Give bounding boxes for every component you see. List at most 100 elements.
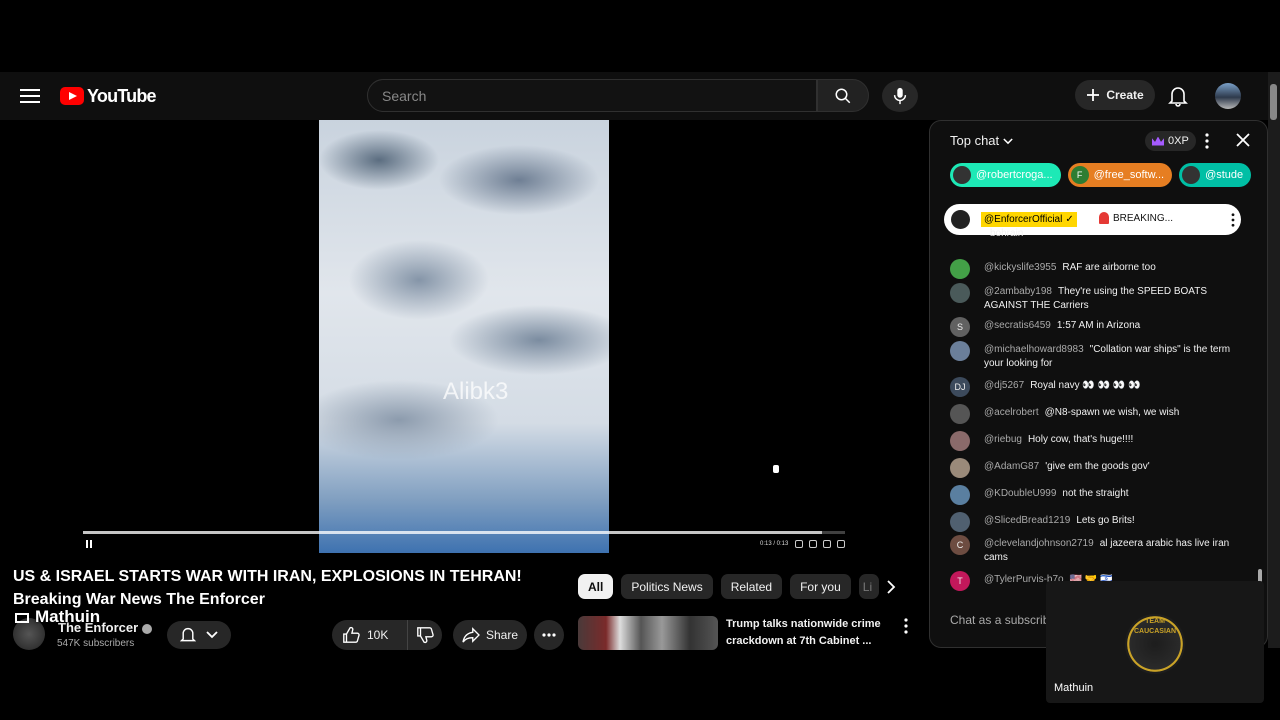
screen-share-overlay: Mathuin xyxy=(15,607,100,627)
search-input[interactable] xyxy=(368,80,816,111)
close-icon[interactable] xyxy=(1236,133,1250,152)
dislike-button[interactable] xyxy=(408,626,442,644)
chat-author[interactable]: @AdamG87 xyxy=(984,461,1039,472)
fullscreen-icon[interactable] xyxy=(837,540,845,548)
ticker-name: @robertcroga... xyxy=(976,169,1053,181)
chat-avatar[interactable]: C xyxy=(950,535,970,555)
progress-bar[interactable] xyxy=(83,531,845,534)
verified-check-icon: ✓ xyxy=(1065,214,1074,225)
ticker-name: @stude xyxy=(1205,169,1244,181)
chat-avatar[interactable]: S xyxy=(950,317,970,337)
masthead: YouTube Create xyxy=(0,72,1268,120)
chat-text: Lets go Brits! xyxy=(1076,515,1135,526)
chevron-down-icon xyxy=(206,631,218,639)
time-display: 0:13 / 0:13 xyxy=(760,541,789,547)
plus-icon xyxy=(1087,89,1100,101)
chat-message-body: @secratis6459 1:57 AM in Arizona xyxy=(984,319,1244,333)
search-button[interactable] xyxy=(817,79,869,112)
settings-icon[interactable] xyxy=(809,540,817,548)
page-scroll-thumb[interactable] xyxy=(1270,84,1277,120)
chat-avatar[interactable] xyxy=(950,283,970,303)
chip-related[interactable]: Related xyxy=(720,574,783,599)
chat-author[interactable]: @2ambaby198 xyxy=(984,286,1052,297)
like-button[interactable]: 10K xyxy=(332,620,408,650)
chat-message-body: @michaelhoward8983 "Collation war ships" … xyxy=(984,343,1244,371)
super-chat-ticker[interactable]: @robertcroga... xyxy=(950,163,1061,187)
chat-author[interactable]: @kickyslife3955 xyxy=(984,262,1056,273)
more-vertical-icon[interactable] xyxy=(904,618,908,639)
video-player[interactable]: Alibk3 0:13 / 0:13 xyxy=(0,120,929,553)
super-chat-ticker[interactable]: @stude xyxy=(1179,163,1252,187)
more-vertical-icon[interactable] xyxy=(1205,133,1209,154)
chat-author[interactable]: @michaelhoward8983 xyxy=(984,344,1084,355)
chat-mode-dropdown[interactable]: Top chat xyxy=(950,133,1013,148)
chat-author[interactable]: @secratis6459 xyxy=(984,320,1051,331)
subscription-bell-button[interactable] xyxy=(167,621,231,649)
chat-message-body: @AdamG87 'give em the goods gov' xyxy=(984,460,1244,474)
pinned-author: @EnforcerOfficial xyxy=(984,214,1063,225)
xp-label: 0XP xyxy=(1168,135,1189,147)
overlay-name: Mathuin xyxy=(35,607,101,626)
super-chat-ticker[interactable]: F @free_softw... xyxy=(1067,163,1173,187)
player-controls xyxy=(795,540,845,548)
chat-message-body: bohrain xyxy=(984,227,1244,241)
chat-avatar[interactable] xyxy=(950,512,970,532)
page-scrollbar[interactable] xyxy=(1268,72,1280,648)
chat-author[interactable]: @SlicedBread1219 xyxy=(984,515,1070,526)
chat-text: 'give em the goods gov' xyxy=(1045,461,1150,472)
chat-message-body: @acelrobert @N8-spawn we wish, we wish xyxy=(984,406,1244,420)
ticker-avatar xyxy=(1182,166,1201,184)
chip-politics-news[interactable]: Politics News xyxy=(621,574,713,599)
live-chat-panel: Top chat 0XP @robertcroga... F @free_softw… xyxy=(929,120,1268,648)
thumbs-up-icon xyxy=(343,626,360,643)
youtube-logo[interactable]: YouTube xyxy=(60,85,157,106)
recommendation-thumbnail[interactable] xyxy=(578,616,718,650)
share-button[interactable]: Share xyxy=(453,620,527,650)
chat-avatar[interactable]: T xyxy=(950,571,970,591)
chat-author[interactable]: @dj5267 xyxy=(984,380,1024,391)
chevron-right-icon[interactable] xyxy=(886,580,896,599)
share-label: Share xyxy=(485,628,519,642)
chat-avatar[interactable] xyxy=(950,431,970,451)
recommendation-title[interactable]: Trump talks nationwide crime crackdown a… xyxy=(726,616,896,650)
menu-icon[interactable] xyxy=(20,86,40,106)
chat-text: bohrain xyxy=(990,228,1024,239)
more-actions-button[interactable] xyxy=(534,620,564,650)
badge-text: TEAM CAUCASIAN xyxy=(1134,618,1176,635)
chat-header: Top chat 0XP xyxy=(930,121,1267,161)
chip-live[interactable]: Li xyxy=(858,574,879,599)
chip-for-you[interactable]: For you xyxy=(790,574,851,599)
notifications-bell-icon[interactable] xyxy=(1168,85,1188,112)
chat-author[interactable]: @riebug xyxy=(984,434,1022,445)
progress-fill xyxy=(83,531,823,534)
account-avatar[interactable] xyxy=(1215,83,1241,109)
chat-avatar[interactable] xyxy=(950,404,970,424)
chat-author[interactable]: @clevelandjohnson2719 xyxy=(984,538,1094,549)
chat-avatar[interactable]: DJ xyxy=(950,377,970,397)
chat-author[interactable]: @acelrobert xyxy=(984,407,1039,418)
voice-search-button[interactable] xyxy=(882,80,918,112)
chat-message-body: @clevelandjohnson2719 al jazeera arabic h… xyxy=(984,537,1244,565)
video-title: US & ISRAEL STARTS WAR WITH IRAN, EXPLOS… xyxy=(13,565,573,611)
create-label: Create xyxy=(1106,88,1144,102)
chip-all[interactable]: All xyxy=(578,574,614,599)
captions-icon[interactable] xyxy=(795,540,803,548)
miniplayer-icon[interactable] xyxy=(823,540,831,548)
xp-badge[interactable]: 0XP xyxy=(1145,131,1196,151)
chat-avatar[interactable] xyxy=(950,458,970,478)
thumbs-down-icon xyxy=(417,627,434,644)
chat-text: 1:57 AM in Arizona xyxy=(1056,320,1141,331)
chat-author[interactable]: @KDoubleU999 xyxy=(984,488,1056,499)
chat-avatar[interactable] xyxy=(950,259,970,279)
chat-text: Holy cow, that's huge!!!! xyxy=(1027,434,1134,445)
pause-icon[interactable] xyxy=(86,540,92,548)
create-button[interactable]: Create xyxy=(1075,80,1155,110)
chat-avatar[interactable] xyxy=(950,341,970,361)
logo-text: YouTube xyxy=(87,85,157,106)
chat-avatar[interactable] xyxy=(950,485,970,505)
chat-scrollbar[interactable] xyxy=(1258,199,1262,589)
search-icon xyxy=(835,88,851,103)
chat-mode-label: Top chat xyxy=(950,133,1000,148)
mouse-cursor xyxy=(773,465,779,473)
crown-icon xyxy=(1152,136,1164,146)
